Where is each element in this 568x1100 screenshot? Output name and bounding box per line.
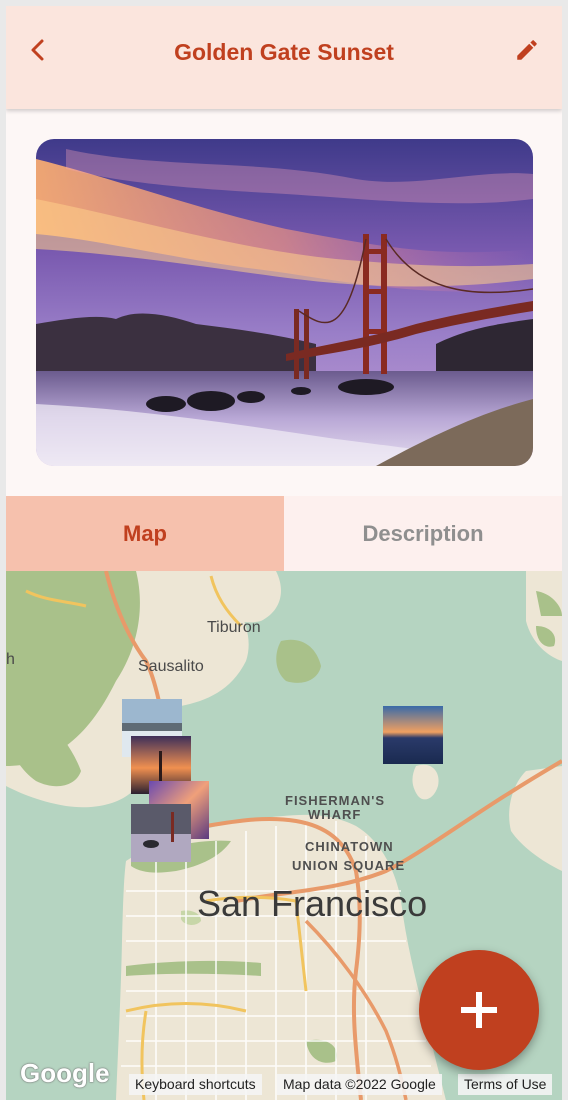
photo-marker[interactable] — [383, 706, 443, 764]
map-data-attribution: Map data ©2022 Google — [277, 1074, 442, 1095]
tab-description[interactable]: Description — [284, 496, 562, 571]
tab-bar: Map Description — [6, 496, 562, 571]
photo-marker[interactable] — [131, 804, 191, 862]
map-label-fishermans-wharf-2: WHARF — [308, 807, 362, 822]
map-label-union-square: UNION SQUARE — [292, 858, 406, 873]
tab-description-label: Description — [362, 520, 484, 546]
map-label-chinatown: CHINATOWN — [305, 839, 394, 854]
pencil-icon[interactable] — [514, 37, 540, 63]
map-label-tiburon: Tiburon — [207, 619, 261, 636]
tab-map[interactable]: Map — [6, 496, 284, 571]
map-label-fishermans-wharf: FISHERMAN'S — [285, 793, 386, 808]
tab-map-label: Map — [123, 520, 167, 546]
sunset-photo — [36, 139, 533, 466]
plus-icon — [461, 992, 497, 1028]
terms-of-use-link[interactable]: Terms of Use — [458, 1074, 553, 1095]
app-frame: Golden Gate Sunset Map Description Tibur… — [6, 6, 562, 1100]
app-header: Golden Gate Sunset — [6, 6, 562, 109]
map-label-sausalito: Sausalito — [138, 658, 204, 675]
map-label-edge: h — [6, 651, 15, 668]
page-title: Golden Gate Sunset — [174, 39, 394, 65]
map-label-san-francisco: San Francisco — [197, 883, 428, 924]
google-logo: Google — [20, 1058, 110, 1088]
add-button[interactable] — [419, 950, 539, 1070]
keyboard-shortcuts-link[interactable]: Keyboard shortcuts — [129, 1074, 262, 1095]
